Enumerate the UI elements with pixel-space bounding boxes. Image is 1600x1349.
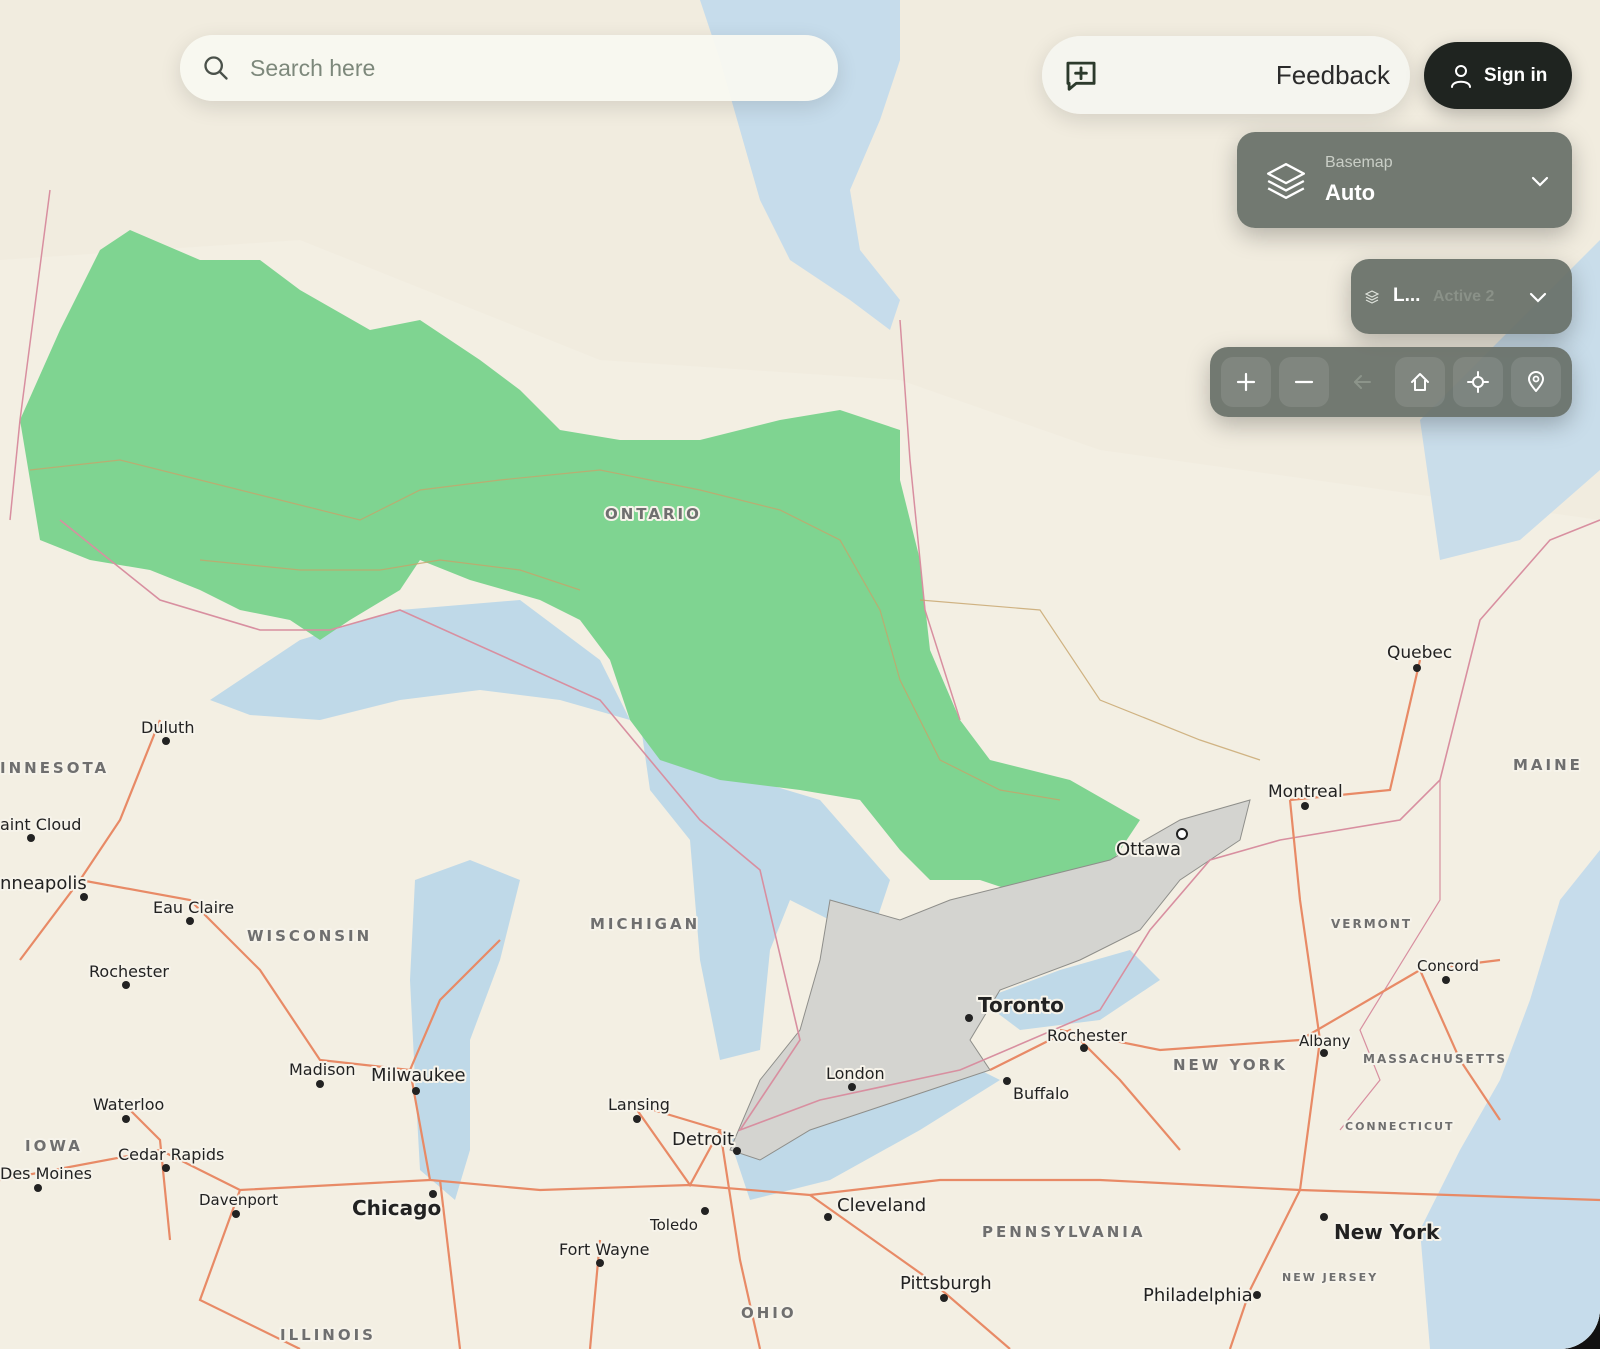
city-eau-claire: Eau Claire	[153, 898, 234, 917]
city-pittsburgh: Pittsburgh	[900, 1273, 992, 1294]
arrow-left-icon	[1354, 375, 1371, 389]
basemap-selector[interactable]: Basemap Auto	[1237, 132, 1572, 228]
city-philadelphia: Philadelphia	[1143, 1285, 1253, 1306]
city-concord: Concord	[1417, 957, 1479, 975]
small-layers-icon	[1365, 290, 1379, 304]
city-rochester-mn: Rochester	[89, 962, 169, 981]
label-iowa: IOWA	[25, 1137, 83, 1155]
sign-in-button[interactable]: Sign in	[1424, 42, 1572, 109]
crosshair-icon	[1467, 371, 1489, 393]
search-icon	[204, 56, 228, 80]
label-vermont: VERMONT	[1331, 917, 1412, 931]
city-rochester-ny: Rochester	[1047, 1026, 1127, 1045]
back-button[interactable]	[1337, 357, 1387, 407]
chevron-down-icon	[1531, 176, 1549, 187]
label-pennsylvania: PENNSYLVANIA	[982, 1223, 1145, 1241]
map-toolbar	[1210, 347, 1572, 417]
home-icon	[1411, 373, 1429, 391]
map-pin-icon	[1528, 371, 1544, 392]
label-michigan: MICHIGAN	[590, 915, 700, 933]
message-plus-icon	[1066, 61, 1096, 91]
city-lansing: Lansing	[608, 1095, 670, 1114]
city-chicago: Chicago	[352, 1196, 441, 1220]
feedback-label: Feedback	[1275, 59, 1390, 90]
city-duluth: Duluth	[141, 718, 194, 737]
city-milwaukee: Milwaukee	[371, 1065, 466, 1086]
label-connecticut: CONNECTICUT	[1345, 1120, 1455, 1133]
city-saint-cloud: aint Cloud	[0, 815, 81, 834]
label-wisconsin: WISCONSIN	[247, 927, 372, 945]
label-ontario: ONTARIO	[605, 505, 702, 523]
city-albany: Albany	[1299, 1032, 1351, 1050]
label-minnesota: INNESOTA	[0, 759, 109, 777]
city-buffalo: Buffalo	[1013, 1084, 1069, 1103]
home-button[interactable]	[1395, 357, 1445, 407]
label-massachusetts: MASSACHUSETTS	[1363, 1052, 1507, 1066]
sign-in-label: Sign in	[1484, 64, 1548, 86]
zoom-out-button[interactable]	[1279, 357, 1329, 407]
label-ohio: OHIO	[741, 1304, 797, 1322]
city-new-york: New York	[1334, 1220, 1440, 1244]
place-marker-button[interactable]	[1511, 357, 1561, 407]
city-quebec: Quebec	[1387, 643, 1452, 663]
zoom-in-button[interactable]	[1221, 357, 1271, 407]
search-bar[interactable]	[180, 35, 838, 101]
chevron-down-icon	[1529, 292, 1547, 303]
city-des-moines: Des Moines	[0, 1164, 92, 1183]
locate-button[interactable]	[1453, 357, 1503, 407]
layers-label: L...	[1393, 285, 1421, 306]
basemap-caption: Basemap	[1325, 154, 1393, 171]
city-london: London	[826, 1064, 885, 1083]
city-toledo: Toledo	[649, 1216, 698, 1234]
feedback-button[interactable]: Feedback	[1042, 36, 1410, 114]
layers-icon	[1266, 163, 1306, 199]
search-input[interactable]	[248, 53, 812, 83]
label-maine: MAINE	[1513, 756, 1583, 774]
city-fort-wayne: Fort Wayne	[559, 1240, 649, 1259]
city-davenport: Davenport	[199, 1191, 278, 1209]
label-illinois: ILLINOIS	[280, 1326, 376, 1344]
plus-icon	[1236, 372, 1256, 392]
city-montreal: Montreal	[1268, 782, 1343, 802]
city-minneapolis: nneapolis	[0, 873, 87, 894]
city-ottawa: Ottawa	[1116, 839, 1181, 860]
layers-active-count: Active 2	[1433, 288, 1495, 305]
city-cedar-rapids: Cedar Rapids	[118, 1145, 224, 1164]
city-cleveland: Cleveland	[837, 1195, 926, 1216]
map-app: ONTARIO INNESOTA WISCONSIN MICHIGAN IOWA…	[0, 0, 1600, 1349]
minus-icon	[1294, 380, 1314, 384]
city-toronto: Toronto	[978, 993, 1064, 1017]
user-icon	[1451, 64, 1471, 88]
city-detroit: Detroit	[672, 1129, 734, 1150]
basemap-value: Auto	[1325, 180, 1376, 205]
city-waterloo: Waterloo	[93, 1095, 164, 1114]
label-new-york: NEW YORK	[1173, 1056, 1288, 1074]
label-new-jersey: NEW JERSEY	[1282, 1271, 1378, 1284]
layers-selector[interactable]: L... Active 2	[1351, 259, 1572, 334]
city-madison: Madison	[289, 1060, 355, 1079]
